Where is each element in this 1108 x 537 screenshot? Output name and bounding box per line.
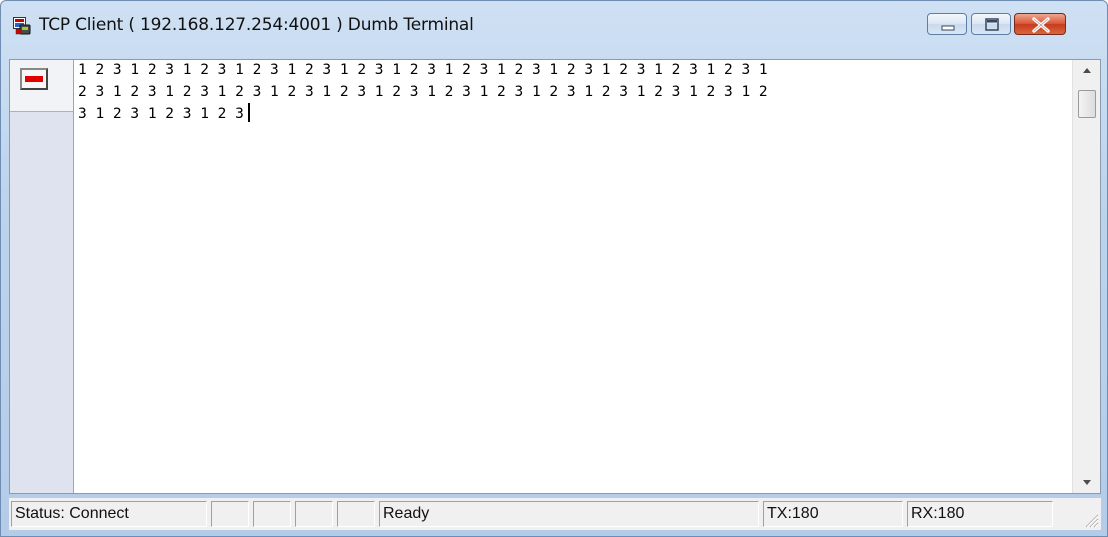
- status-rx-count: RX:180: [907, 501, 1053, 527]
- terminal-line: 2 3 1 2 3 1 2 3 1 2 3 1 2 3 1 2 3 1 2 3 …: [78, 83, 768, 100]
- scroll-up-button[interactable]: [1073, 60, 1100, 80]
- text-cursor: [247, 103, 250, 122]
- status-bar: Status: Connect Ready TX:180 RX:180: [9, 498, 1101, 530]
- terminal-window: TCP Client ( 192.168.127.254:4001 ) Dumb…: [0, 0, 1108, 537]
- status-pane-empty: [211, 501, 249, 527]
- scroll-thumb[interactable]: [1078, 90, 1096, 118]
- resize-grip-icon[interactable]: [1083, 512, 1099, 528]
- close-icon: [1032, 17, 1050, 33]
- scroll-up-arrow-icon: [1083, 68, 1091, 73]
- side-toolbar: [10, 60, 74, 493]
- vertical-scrollbar[interactable]: [1072, 60, 1100, 493]
- maximize-button[interactable]: [971, 13, 1011, 35]
- connect-toggle-button[interactable]: [20, 68, 48, 90]
- maximize-icon: [985, 18, 999, 31]
- terminal-client-area: 1 2 3 1 2 3 1 2 3 1 2 3 1 2 3 1 2 3 1 2 …: [9, 59, 1101, 494]
- minimize-icon: [941, 25, 955, 31]
- connect-led-icon: [25, 76, 43, 82]
- status-tx-count: TX:180: [763, 501, 903, 527]
- status-ready: Ready: [379, 501, 759, 527]
- terminal-line-current: 3 1 2 3 1 2 3 1 2 3: [78, 103, 1070, 125]
- terminal-line-text: 3 1 2 3 1 2 3 1 2 3: [78, 106, 244, 122]
- terminal-line: 1 2 3 1 2 3 1 2 3 1 2 3 1 2 3 1 2 3 1 2 …: [78, 62, 768, 78]
- status-pane-empty: [295, 501, 333, 527]
- status-pane-empty: [337, 501, 375, 527]
- side-toolbar-button-area: [10, 60, 73, 112]
- scroll-down-button[interactable]: [1073, 473, 1100, 493]
- minimize-button[interactable]: [927, 13, 967, 35]
- window-title: TCP Client ( 192.168.127.254:4001 ) Dumb…: [39, 15, 474, 35]
- scroll-down-arrow-icon: [1083, 480, 1091, 485]
- title-bar[interactable]: TCP Client ( 192.168.127.254:4001 ) Dumb…: [1, 1, 1107, 51]
- tcp-client-app-icon[interactable]: [13, 17, 31, 35]
- status-pane-empty: [253, 501, 291, 527]
- status-connection: Status: Connect: [11, 501, 207, 527]
- close-button[interactable]: [1014, 13, 1066, 35]
- terminal-output[interactable]: 1 2 3 1 2 3 1 2 3 1 2 3 1 2 3 1 2 3 1 2 …: [76, 60, 1070, 493]
